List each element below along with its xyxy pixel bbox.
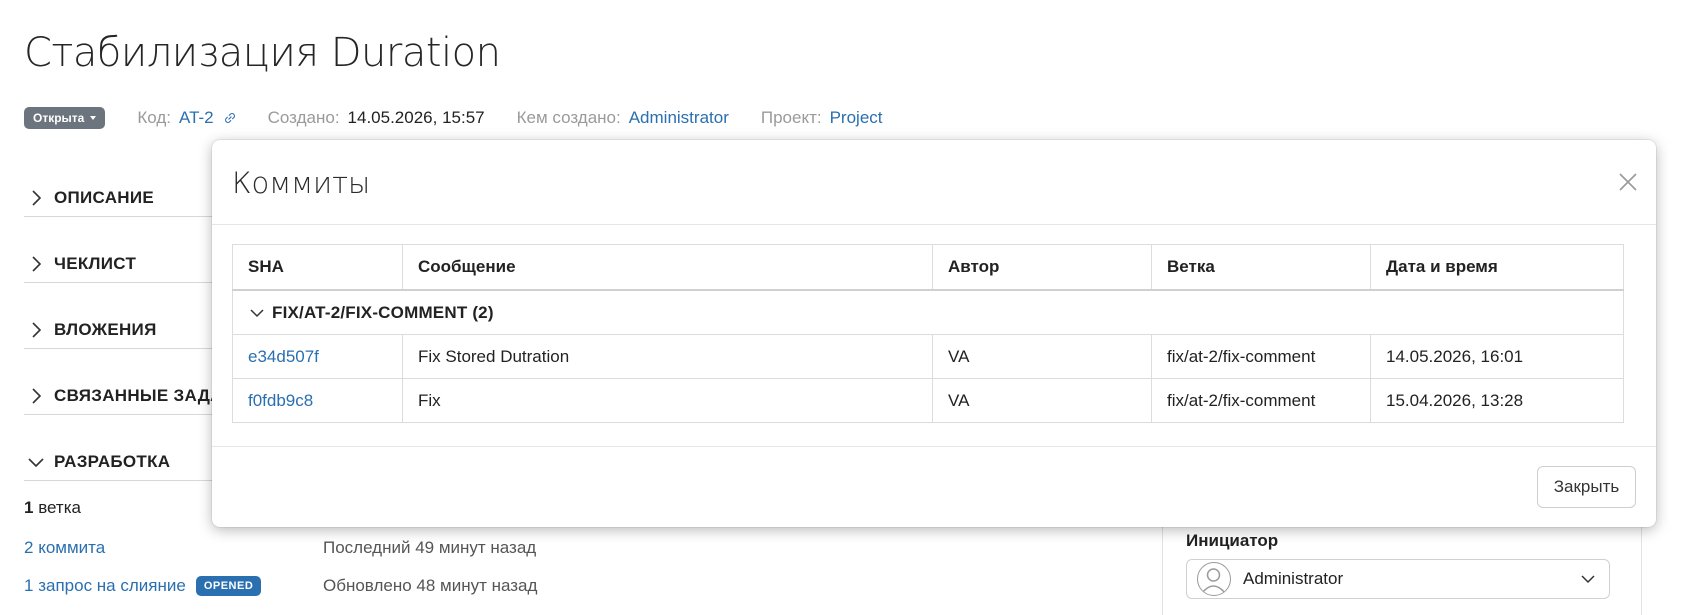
section-label: ВЛОЖЕНИЯ [54, 320, 157, 339]
commits-table: SHA Сообщение Автор Ветка Дата и время F… [232, 244, 1624, 423]
section-label: РАЗРАБОТКА [54, 452, 171, 471]
issue-meta: Открыта Код: AT-2 Создано: 14.05.2026, 1… [24, 106, 883, 130]
commit-author: VA [932, 378, 1152, 423]
commits-line[interactable]: 2 коммита [24, 538, 105, 558]
table-row: e34d507f Fix Stored Dutration VA fix/at-… [232, 334, 1624, 379]
section-attachments[interactable]: ВЛОЖЕНИЯ [24, 312, 244, 349]
branch-group-label: FIX/AT-2/FIX-COMMENT (2) [272, 302, 494, 322]
section-label: ОПИСАНИЕ [54, 188, 155, 207]
caret-down-icon [90, 116, 97, 120]
initiator-value: Administrator [1243, 569, 1344, 588]
section-label: ЧЕКЛИСТ [54, 254, 137, 273]
code-label: Код: [137, 108, 171, 127]
modal-title: Коммиты [232, 166, 371, 200]
section-description[interactable]: ОПИСАНИЕ [24, 180, 244, 217]
modal-header-divider [212, 224, 1656, 225]
commit-sha-link[interactable]: f0fdb9c8 [248, 391, 313, 410]
mr-link[interactable]: запрос на слияние [38, 576, 186, 596]
initiator-label: Инициатор [1186, 531, 1279, 550]
commit-datetime: 14.05.2026, 16:01 [1370, 334, 1624, 379]
section-development[interactable]: РАЗРАБОТКА [24, 444, 244, 481]
commit-message: Fix Stored Dutration [402, 334, 933, 379]
column-header-author: Автор [932, 244, 1152, 291]
commit-branch: fix/at-2/fix-comment [1151, 334, 1371, 379]
commits-modal: Коммиты SHA Сообщение Автор Ветка Дата и… [212, 140, 1656, 527]
merge-requests-line[interactable]: 1 запрос на слияние OPENED [24, 576, 262, 596]
chevron-down-icon [250, 308, 264, 317]
created-label: Создано: [267, 108, 340, 127]
status-dropdown[interactable]: Открыта [24, 107, 106, 129]
code-link[interactable]: AT-2 [179, 108, 214, 128]
chevron-right-icon [32, 256, 42, 272]
mr-count[interactable]: 1 [24, 576, 33, 596]
section-label: СВЯЗАННЫЕ ЗАДА [54, 386, 223, 405]
column-header-branch: Ветка [1151, 244, 1371, 291]
mr-note: Обновлено 48 минут назад [323, 576, 538, 595]
close-button[interactable]: Закрыть [1537, 466, 1636, 508]
branches-label: ветка [38, 498, 81, 517]
page-title: Стабилизация Duration [24, 30, 501, 76]
table-header-row: SHA Сообщение Автор Ветка Дата и время [232, 244, 1624, 291]
chevron-right-icon [32, 388, 42, 404]
commit-branch: fix/at-2/fix-comment [1151, 378, 1371, 423]
table-row: f0fdb9c8 Fix VA fix/at-2/fix-comment 15.… [232, 378, 1624, 423]
commits-count[interactable]: 2 [24, 538, 33, 558]
column-header-datetime: Дата и время [1370, 244, 1624, 291]
commit-message: Fix [402, 378, 933, 423]
initiator-select[interactable]: Administrator [1186, 559, 1610, 599]
commit-sha-link[interactable]: e34d507f [248, 347, 319, 366]
chevron-right-icon [32, 190, 42, 206]
project-label: Проект: [760, 108, 822, 127]
status-label: Открыта [33, 111, 85, 125]
section-checklist[interactable]: ЧЕКЛИСТ [24, 246, 244, 283]
column-header-message: Сообщение [402, 244, 933, 291]
close-icon[interactable] [1616, 170, 1640, 194]
chevron-right-icon [32, 322, 42, 338]
chevron-down-icon [1581, 575, 1595, 584]
chevron-down-icon [28, 458, 44, 468]
mr-status-badge: OPENED [195, 576, 262, 596]
project-link[interactable]: Project [830, 108, 883, 128]
commits-note: Последний 49 минут назад [323, 538, 537, 557]
branches-line: 1 ветка [24, 498, 81, 518]
column-header-sha: SHA [232, 244, 403, 291]
section-related-tasks[interactable]: СВЯЗАННЫЕ ЗАДА [24, 378, 244, 415]
branches-count: 1 [24, 498, 34, 517]
link-icon[interactable] [224, 112, 236, 124]
branch-group-row[interactable]: FIX/AT-2/FIX-COMMENT (2) [232, 289, 1624, 335]
creator-label: Кем создано: [516, 108, 621, 127]
created-value: 14.05.2026, 15:57 [347, 108, 485, 127]
modal-footer-divider [212, 446, 1656, 447]
branch-group-cell[interactable]: FIX/AT-2/FIX-COMMENT (2) [232, 289, 1624, 335]
commit-datetime: 15.04.2026, 13:28 [1370, 378, 1624, 423]
creator-link[interactable]: Administrator [629, 108, 729, 128]
commits-link[interactable]: коммита [38, 538, 105, 558]
user-avatar-icon [1197, 562, 1231, 596]
commit-author: VA [932, 334, 1152, 379]
